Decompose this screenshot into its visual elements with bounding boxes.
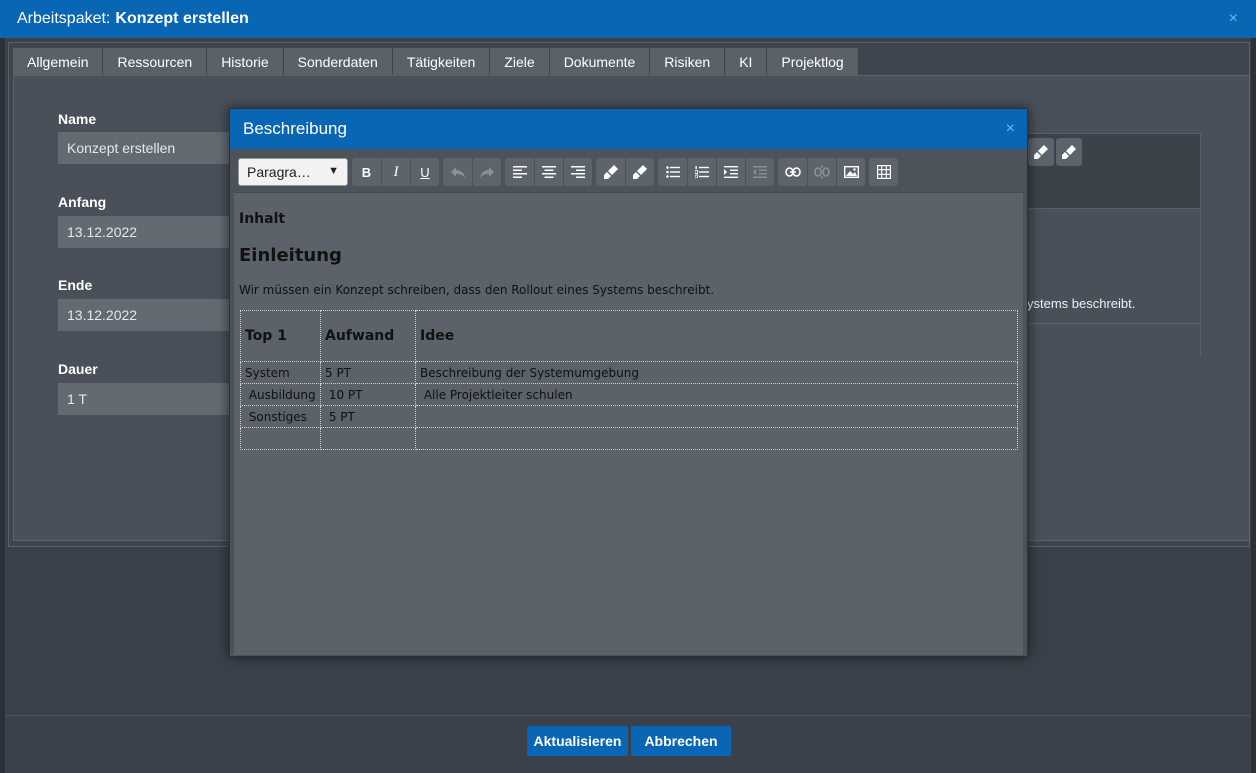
format-painter-icon[interactable] [596, 158, 625, 186]
list-group [658, 158, 774, 186]
tab-sonderdaten[interactable]: Sonderdaten [283, 48, 393, 75]
unlink-icon[interactable] [807, 158, 836, 186]
align-right-icon[interactable] [563, 158, 592, 186]
background-clear-format-icon[interactable] [1056, 138, 1082, 166]
align-center-icon[interactable] [534, 158, 563, 186]
background-editor-divider [1025, 323, 1201, 324]
name-label: Name [58, 111, 97, 127]
background-editor-text: ystems beschreibt. [1027, 296, 1136, 311]
description-modal: Beschreibung × Paragra… ▼ B I U Inhalt E… [229, 108, 1028, 657]
tab-risiken[interactable]: Risiken [650, 48, 726, 75]
align-left-icon[interactable] [505, 158, 534, 186]
tab-projektlog[interactable]: Projektlog [767, 48, 859, 75]
table-icon[interactable] [869, 158, 898, 186]
modal-header: Beschreibung × [230, 109, 1027, 149]
doc-table: Top 1 Aufwand Idee System 5 PT Beschreib… [240, 310, 1018, 450]
duration-field[interactable]: 1 T [58, 383, 233, 415]
table-cell[interactable]: System [240, 361, 321, 384]
bold-button[interactable]: B [352, 158, 381, 186]
image-icon[interactable] [836, 158, 865, 186]
end-label: Ende [58, 277, 93, 293]
end-date-field[interactable]: 13.12.2022 [58, 299, 233, 331]
text-style-group: B I U [352, 158, 439, 186]
tab-ziele[interactable]: Ziele [490, 48, 550, 75]
table-group [869, 158, 898, 186]
bullet-list-icon[interactable] [658, 158, 687, 186]
window-title-name: Konzept erstellen [115, 10, 249, 27]
doc-heading-small: Inhalt [239, 211, 286, 227]
format-select-value: Paragra… [247, 164, 311, 180]
align-group [505, 158, 592, 186]
table-cell[interactable] [415, 427, 1018, 450]
undo-icon[interactable] [443, 158, 472, 186]
table-cell[interactable] [240, 427, 321, 450]
editor-toolbar: Paragra… ▼ B I U [234, 152, 1023, 192]
background-editor-body [1026, 209, 1200, 359]
cancel-button[interactable]: Abbrechen [631, 726, 731, 756]
modal-title: Beschreibung [243, 119, 347, 138]
chevron-down-icon: ▼ [328, 165, 339, 177]
start-date-field[interactable]: 13.12.2022 [58, 216, 233, 248]
underline-button[interactable]: U [410, 158, 439, 186]
footer-bar [5, 715, 1251, 768]
table-row: System 5 PT Beschreibung der Systemumgeb… [240, 361, 1018, 384]
tab-ki[interactable]: KI [725, 48, 768, 75]
table-cell[interactable]: 10 PT [320, 383, 416, 406]
indent-icon[interactable] [716, 158, 745, 186]
numbered-list-icon[interactable] [687, 158, 716, 186]
redo-icon[interactable] [472, 158, 501, 186]
table-cell[interactable]: Beschreibung der Systemumgebung [415, 361, 1018, 384]
tab-dokumente[interactable]: Dokumente [549, 48, 651, 75]
window-title-prefix: Arbeitspaket: [17, 10, 111, 27]
table-cell[interactable] [320, 427, 416, 450]
table-cell[interactable]: Ausbildung [240, 383, 321, 406]
format-group [596, 158, 654, 186]
doc-heading: Einleitung [239, 245, 342, 266]
tab-allgemein[interactable]: Allgemein [13, 48, 104, 75]
tab-taetigkeiten[interactable]: Tätigkeiten [392, 48, 491, 75]
tab-ressourcen[interactable]: Ressourcen [103, 48, 208, 75]
editor-content[interactable]: Inhalt Einleitung Wir müssen ein Konzept… [234, 192, 1023, 655]
table-row: Ausbildung 10 PT Alle Projektleiter schu… [240, 383, 1018, 406]
start-label: Anfang [58, 194, 107, 210]
window-close-icon[interactable]: × [1229, 10, 1238, 28]
italic-button[interactable]: I [381, 158, 410, 186]
history-group [443, 158, 501, 186]
table-header-cell[interactable]: Aufwand [320, 310, 416, 362]
table-header-cell[interactable]: Idee [415, 310, 1018, 362]
table-row [240, 427, 1018, 450]
table-cell[interactable]: Sonstiges [240, 405, 321, 428]
update-button[interactable]: Aktualisieren [527, 726, 628, 756]
link-icon[interactable] [778, 158, 807, 186]
table-header-cell[interactable]: Top 1 [240, 310, 321, 362]
window-title-bar: Arbeitspaket: Konzept erstellen × [0, 0, 1256, 38]
table-header-row: Top 1 Aufwand Idee [240, 310, 1018, 362]
background-format-brush-icon[interactable] [1028, 138, 1054, 166]
tab-historie[interactable]: Historie [207, 48, 284, 75]
table-row: Sonstiges 5 PT [240, 405, 1018, 428]
modal-close-icon[interactable]: × [1006, 120, 1015, 138]
table-cell[interactable]: Alle Projektleiter schulen [415, 383, 1018, 406]
clear-formatting-icon[interactable] [625, 158, 654, 186]
tab-bar: Allgemein Ressourcen Historie Sonderdate… [13, 48, 859, 75]
doc-paragraph: Wir müssen ein Konzept schreiben, dass d… [239, 283, 715, 297]
format-select[interactable]: Paragra… ▼ [238, 158, 348, 186]
outdent-icon[interactable] [745, 158, 774, 186]
duration-label: Dauer [58, 361, 98, 377]
name-field[interactable]: Konzept erstellen [58, 132, 233, 164]
table-cell[interactable] [415, 405, 1018, 428]
table-cell[interactable]: 5 PT [320, 405, 416, 428]
insert-group [778, 158, 865, 186]
table-cell[interactable]: 5 PT [320, 361, 416, 384]
